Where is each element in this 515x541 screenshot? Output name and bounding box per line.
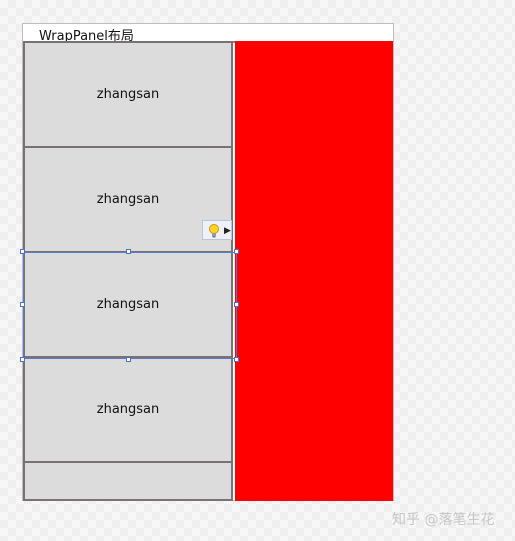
item-label: zhangsan	[96, 192, 160, 207]
lightbulb-icon	[209, 224, 219, 238]
smart-tag-button[interactable]: ▶	[202, 220, 232, 240]
resize-handle-top-right[interactable]	[234, 249, 239, 254]
red-panel[interactable]	[235, 41, 393, 501]
resize-handle-bottom[interactable]	[126, 357, 131, 362]
wrap-item-3-selected[interactable]: zhangsan	[23, 251, 233, 358]
item-label: zhangsan	[96, 87, 160, 102]
wrap-item-5[interactable]	[23, 461, 233, 501]
resize-handle-bottom-right[interactable]	[234, 357, 239, 362]
wrap-item-1[interactable]: zhangsan	[23, 41, 233, 148]
item-label: zhangsan	[96, 297, 160, 312]
item-label: zhangsan	[96, 402, 160, 417]
resize-handle-top-left[interactable]	[20, 249, 25, 254]
resize-handle-top[interactable]	[126, 249, 131, 254]
wrap-item-4[interactable]: zhangsan	[23, 356, 233, 463]
resize-handle-left[interactable]	[20, 302, 25, 307]
wrap-panel[interactable]: zhangsan zhangsan zhangsan zhangsan	[20, 41, 393, 501]
resize-handle-bottom-left[interactable]	[20, 357, 25, 362]
watermark: 知乎 @落笔生花	[392, 512, 495, 528]
resize-handle-right[interactable]	[234, 302, 239, 307]
triangle-right-icon: ▶	[224, 226, 231, 236]
designer-window: WrapPanel布局 zhangsan zhangsan zhangsan z…	[20, 23, 394, 501]
